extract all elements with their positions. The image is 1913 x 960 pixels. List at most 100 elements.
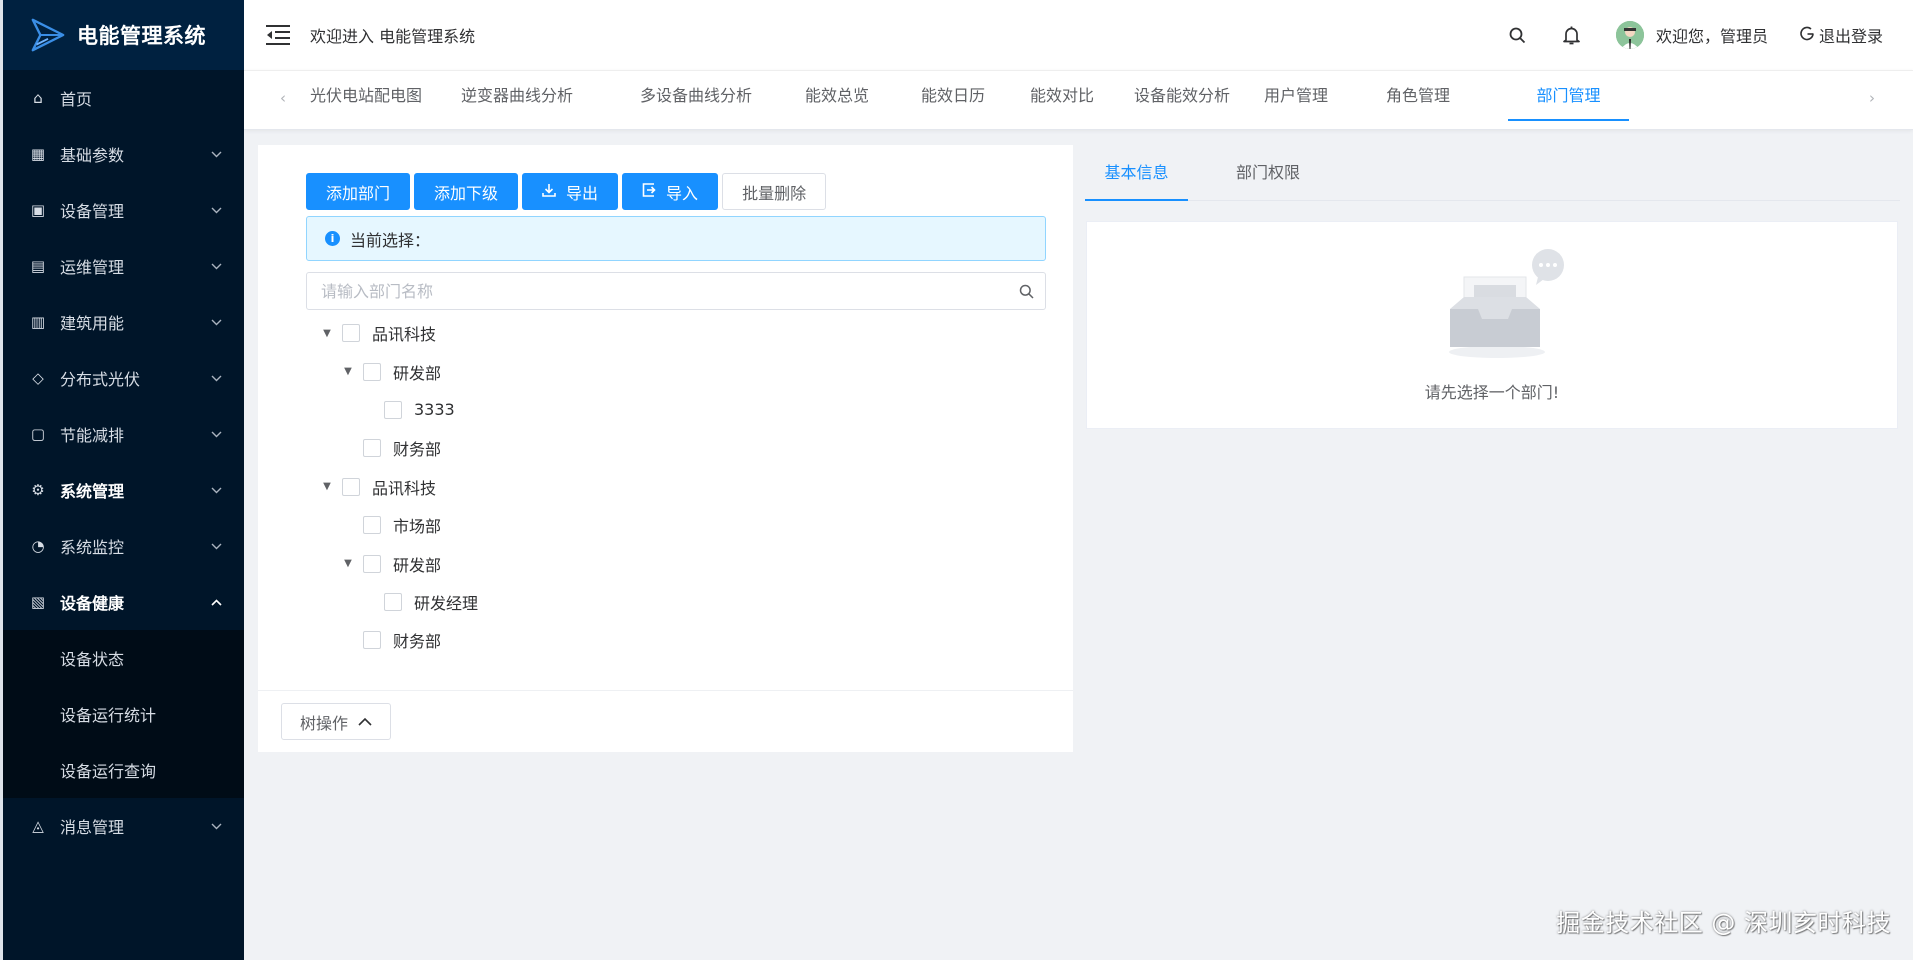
sidebar-item-9[interactable]: ▧ 设备健康 bbox=[3, 574, 244, 630]
sidebar-item-label: 分布式光伏 bbox=[60, 370, 141, 389]
sidebar-item-1[interactable]: ▦ 基础参数 bbox=[3, 126, 244, 182]
tree-node[interactable]: ▼财务部 bbox=[306, 621, 1046, 659]
tree-node-checkbox[interactable] bbox=[363, 362, 381, 381]
tab-7[interactable]: 用户管理 bbox=[1252, 71, 1340, 121]
import-button[interactable]: 导入 bbox=[622, 173, 719, 210]
chevron-down-icon bbox=[211, 316, 222, 329]
add-department-button[interactable]: 添加部门 bbox=[306, 173, 411, 210]
tree-node-checkbox[interactable] bbox=[363, 631, 381, 650]
logout-button[interactable]: 退出登录 bbox=[1800, 23, 1883, 47]
submenu-item[interactable]: 设备状态 bbox=[3, 630, 244, 686]
tab-2[interactable]: 多设备曲线分析 bbox=[627, 71, 765, 121]
tab-basic-info[interactable]: 基本信息 bbox=[1085, 145, 1188, 201]
doc-icon: ▤ bbox=[30, 257, 46, 275]
tabs-scroll-left-icon[interactable]: ‹ bbox=[280, 89, 286, 107]
sidebar-item-5[interactable]: ◇ 分布式光伏 bbox=[3, 350, 244, 406]
sidebar-item-label: 基础参数 bbox=[60, 146, 125, 165]
sidebar-item-10[interactable]: ◬ 消息管理 bbox=[3, 798, 244, 854]
tree-node[interactable]: ▼ 研发部 bbox=[306, 544, 1046, 582]
tree-node[interactable]: ▼研发经理 bbox=[306, 583, 1046, 621]
department-search bbox=[306, 272, 1046, 310]
chevron-down-icon bbox=[211, 148, 222, 161]
monitor-icon: ◔ bbox=[31, 537, 45, 555]
tree-node[interactable]: ▼市场部 bbox=[306, 506, 1046, 544]
export-label: 导出 bbox=[566, 185, 599, 203]
health-icon: ▧ bbox=[30, 593, 46, 611]
chevron-down-icon bbox=[211, 820, 222, 833]
tab-9[interactable]: 部门管理 bbox=[1508, 71, 1629, 121]
paper-plane-logo-icon bbox=[31, 18, 65, 52]
tree-node-checkbox[interactable] bbox=[342, 477, 360, 496]
tree-node-label: 3333 bbox=[414, 400, 455, 420]
tree-node-checkbox[interactable] bbox=[384, 400, 402, 419]
sidebar-item-label: 运维管理 bbox=[60, 258, 125, 277]
tab-1[interactable]: 逆变器曲线分析 bbox=[448, 71, 586, 121]
department-search-input[interactable] bbox=[307, 273, 1007, 309]
download-icon bbox=[542, 183, 556, 200]
sidebar-item-8[interactable]: ◔ 系统监控 bbox=[3, 518, 244, 574]
tree-node-label: 研发经理 bbox=[414, 593, 479, 613]
tree-node[interactable]: ▼ 研发部 bbox=[306, 352, 1046, 390]
tree-node[interactable]: ▼财务部 bbox=[306, 429, 1046, 467]
toolbar: 添加部门 添加下级 导出 导入 批量删除 bbox=[306, 173, 830, 210]
tree-node-label: 品讯科技 bbox=[372, 478, 437, 498]
tree-node[interactable]: ▼ 品讯科技 bbox=[306, 468, 1046, 506]
avatar[interactable] bbox=[1615, 21, 1644, 49]
tab-0[interactable]: 光伏电站配电图 bbox=[309, 71, 423, 121]
leaf-icon: ▢ bbox=[30, 425, 46, 443]
tab-department-permissions[interactable]: 部门权限 bbox=[1218, 145, 1318, 201]
user-greeting[interactable]: 欢迎您，管理员 bbox=[1656, 23, 1768, 47]
submenu-item[interactable]: 设备运行统计 bbox=[3, 686, 244, 742]
tree-node[interactable]: ▼ 品讯科技 bbox=[306, 314, 1046, 352]
search-icon[interactable] bbox=[1007, 284, 1045, 299]
caret-down-icon[interactable]: ▼ bbox=[320, 328, 334, 339]
sidebar-item-7[interactable]: ⚙ 系统管理 bbox=[3, 462, 244, 518]
caret-down-icon[interactable]: ▼ bbox=[341, 558, 355, 569]
export-button[interactable]: 导出 bbox=[522, 173, 619, 210]
sidebar-item-4[interactable]: ▥ 建筑用能 bbox=[3, 294, 244, 350]
empty-state-text: 请先选择一个部门! bbox=[1424, 383, 1560, 402]
sidebar-item-label: 消息管理 bbox=[60, 818, 125, 837]
tree-node-label: 研发部 bbox=[393, 555, 442, 575]
building-icon: ▥ bbox=[30, 313, 46, 331]
tab-8[interactable]: 角色管理 bbox=[1374, 71, 1462, 121]
sidebar-item-6[interactable]: ▢ 节能减排 bbox=[3, 406, 244, 462]
tree-node[interactable]: ▼3333 bbox=[306, 391, 1046, 429]
submenu: 设备状态 设备运行统计 设备运行查询 bbox=[3, 630, 244, 798]
tree-node-checkbox[interactable] bbox=[384, 592, 402, 611]
sidebar-item-0[interactable]: ⌂ 首页 bbox=[3, 70, 244, 126]
submenu-item[interactable]: 设备运行查询 bbox=[3, 742, 244, 798]
empty-inbox-icon bbox=[1449, 249, 1564, 358]
add-department-label: 添加部门 bbox=[326, 185, 391, 203]
tab-3[interactable]: 能效总览 bbox=[793, 71, 881, 121]
sidebar-item-label: 系统监控 bbox=[60, 538, 125, 557]
solar-icon: ◇ bbox=[32, 369, 44, 387]
current-selection-alert: i 当前选择： bbox=[306, 216, 1046, 261]
search-icon[interactable] bbox=[1508, 25, 1528, 45]
tree-node-checkbox[interactable] bbox=[363, 516, 381, 535]
sidebar-item-2[interactable]: ▣ 设备管理 bbox=[3, 182, 244, 238]
caret-down-icon[interactable]: ▼ bbox=[320, 481, 334, 492]
tab-5[interactable]: 能效对比 bbox=[1018, 71, 1106, 121]
caret-down-icon[interactable]: ▼ bbox=[341, 366, 355, 377]
tab-6[interactable]: 设备能效分析 bbox=[1123, 71, 1241, 121]
menu-fold-icon[interactable] bbox=[266, 24, 290, 46]
tabs-scroll-right-icon[interactable]: › bbox=[1869, 89, 1875, 107]
chevron-down-icon bbox=[211, 260, 222, 273]
batch-delete-button[interactable]: 批量删除 bbox=[722, 173, 827, 210]
tree-operations-button[interactable]: 树操作 bbox=[281, 703, 392, 740]
sidebar-item-3[interactable]: ▤ 运维管理 bbox=[3, 238, 244, 294]
add-child-label: 添加下级 bbox=[434, 185, 499, 203]
tree-node-checkbox[interactable] bbox=[363, 439, 381, 458]
sidebar-menu: ⌂ 首页 ▦ 基础参数 ▣ 设备管理 ▤ 运维管理 ▥ 建筑用能 ◇ 分布式光伏 ▢ 节能减排 ⚙ 系统管理 ◔… bbox=[3, 70, 244, 854]
tree-node-checkbox[interactable] bbox=[363, 554, 381, 573]
bell-icon[interactable] bbox=[1562, 25, 1582, 45]
chevron-down-icon bbox=[211, 428, 222, 441]
app-logo[interactable]: 电能管理系统 bbox=[3, 0, 244, 70]
tab-4[interactable]: 能效日历 bbox=[909, 71, 997, 121]
current-selection-text: 当前选择： bbox=[350, 230, 431, 250]
tree-node-checkbox[interactable] bbox=[342, 324, 360, 343]
chevron-down-icon bbox=[211, 372, 222, 385]
import-icon bbox=[642, 183, 656, 200]
add-child-button[interactable]: 添加下级 bbox=[414, 173, 519, 210]
